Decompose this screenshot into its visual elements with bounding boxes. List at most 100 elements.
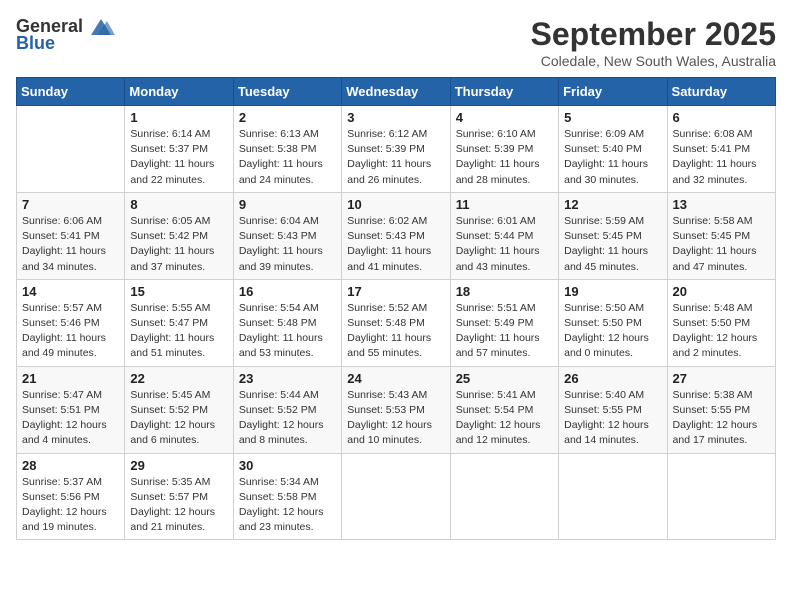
day-info: Sunrise: 5:37 AM Sunset: 5:56 PM Dayligh…: [22, 475, 119, 536]
day-info: Sunrise: 6:01 AM Sunset: 5:44 PM Dayligh…: [456, 214, 553, 275]
day-info: Sunrise: 6:08 AM Sunset: 5:41 PM Dayligh…: [673, 127, 770, 188]
table-row: 8 Sunrise: 6:05 AM Sunset: 5:42 PM Daylig…: [125, 192, 233, 279]
day-number: 9: [239, 197, 336, 212]
table-row: 27Sunrise: 5:38 AM Sunset: 5:55 PM Dayli…: [667, 366, 775, 453]
day-number: 5: [564, 110, 661, 125]
table-row: 15 Sunrise: 5:55 AM Sunset: 5:47 PM Dayli…: [125, 279, 233, 366]
table-row: 1 Sunrise: 6:14 AM Sunset: 5:37 PM Daylig…: [125, 106, 233, 193]
day-info: Sunrise: 5:34 AM Sunset: 5:58 PM Dayligh…: [239, 475, 336, 536]
logo-blue: Blue: [16, 33, 55, 54]
day-number: 26: [564, 371, 661, 386]
day-number: 24: [347, 371, 444, 386]
table-row: 9Sunrise: 6:04 AM Sunset: 5:43 PM Daylig…: [233, 192, 341, 279]
day-number: 7: [22, 197, 119, 212]
day-info: Sunrise: 6:12 AM Sunset: 5:39 PM Dayligh…: [347, 127, 444, 188]
day-number: 12: [564, 197, 661, 212]
day-info: Sunrise: 5:43 AM Sunset: 5:53 PM Dayligh…: [347, 388, 444, 449]
day-number: 16: [239, 284, 336, 299]
logo-icon: [87, 17, 115, 37]
day-number: 18: [456, 284, 553, 299]
day-info: Sunrise: 5:57 AM Sunset: 5:46 PM Dayligh…: [22, 301, 119, 362]
day-number: 8: [130, 197, 227, 212]
day-number: 29: [130, 458, 227, 473]
table-row: 3 Sunrise: 6:12 AM Sunset: 5:39 PM Daylig…: [342, 106, 450, 193]
month-title: September 2025: [531, 16, 776, 53]
calendar-week-row: 21 Sunrise: 5:47 AM Sunset: 5:51 PM Dayli…: [17, 366, 776, 453]
day-info: Sunrise: 6:06 AM Sunset: 5:41 PM Dayligh…: [22, 214, 119, 275]
header: General Blue September 2025 Coledale, Ne…: [16, 16, 776, 69]
header-tuesday: Tuesday: [233, 78, 341, 106]
day-info: Sunrise: 6:13 AM Sunset: 5:38 PM Dayligh…: [239, 127, 336, 188]
day-number: 13: [673, 197, 770, 212]
title-area: September 2025 Coledale, New South Wales…: [531, 16, 776, 69]
table-row: 5Sunrise: 6:09 AM Sunset: 5:40 PM Daylig…: [559, 106, 667, 193]
day-info: Sunrise: 5:52 AM Sunset: 5:48 PM Dayligh…: [347, 301, 444, 362]
day-number: 22: [130, 371, 227, 386]
day-number: 11: [456, 197, 553, 212]
calendar-week-row: 14 Sunrise: 5:57 AM Sunset: 5:46 PM Dayli…: [17, 279, 776, 366]
table-row: 25 Sunrise: 5:41 AM Sunset: 5:54 PM Dayli…: [450, 366, 558, 453]
day-number: 14: [22, 284, 119, 299]
table-row: [17, 106, 125, 193]
table-row: 16Sunrise: 5:54 AM Sunset: 5:48 PM Dayli…: [233, 279, 341, 366]
table-row: 20Sunrise: 5:48 AM Sunset: 5:50 PM Dayli…: [667, 279, 775, 366]
day-number: 15: [130, 284, 227, 299]
day-info: Sunrise: 5:44 AM Sunset: 5:52 PM Dayligh…: [239, 388, 336, 449]
day-number: 21: [22, 371, 119, 386]
table-row: 26 Sunrise: 5:40 AM Sunset: 5:55 PM Dayli…: [559, 366, 667, 453]
calendar-week-row: 7 Sunrise: 6:06 AM Sunset: 5:41 PM Daylig…: [17, 192, 776, 279]
day-info: Sunrise: 5:35 AM Sunset: 5:57 PM Dayligh…: [130, 475, 227, 536]
day-info: Sunrise: 6:14 AM Sunset: 5:37 PM Dayligh…: [130, 127, 227, 188]
table-row: 19Sunrise: 5:50 AM Sunset: 5:50 PM Dayli…: [559, 279, 667, 366]
day-number: 3: [347, 110, 444, 125]
table-row: 28 Sunrise: 5:37 AM Sunset: 5:56 PM Dayli…: [17, 453, 125, 540]
day-info: Sunrise: 5:45 AM Sunset: 5:52 PM Dayligh…: [130, 388, 227, 449]
table-row: 7 Sunrise: 6:06 AM Sunset: 5:41 PM Daylig…: [17, 192, 125, 279]
table-row: [342, 453, 450, 540]
calendar-week-row: 28 Sunrise: 5:37 AM Sunset: 5:56 PM Dayli…: [17, 453, 776, 540]
day-info: Sunrise: 6:02 AM Sunset: 5:43 PM Dayligh…: [347, 214, 444, 275]
day-number: 6: [673, 110, 770, 125]
day-number: 23: [239, 371, 336, 386]
weekday-header-row: Sunday Monday Tuesday Wednesday Thursday…: [17, 78, 776, 106]
table-row: [559, 453, 667, 540]
table-row: 12 Sunrise: 5:59 AM Sunset: 5:45 PM Dayli…: [559, 192, 667, 279]
table-row: 30Sunrise: 5:34 AM Sunset: 5:58 PM Dayli…: [233, 453, 341, 540]
day-info: Sunrise: 6:05 AM Sunset: 5:42 PM Dayligh…: [130, 214, 227, 275]
day-number: 1: [130, 110, 227, 125]
day-info: Sunrise: 5:59 AM Sunset: 5:45 PM Dayligh…: [564, 214, 661, 275]
day-info: Sunrise: 5:55 AM Sunset: 5:47 PM Dayligh…: [130, 301, 227, 362]
day-number: 28: [22, 458, 119, 473]
day-info: Sunrise: 5:41 AM Sunset: 5:54 PM Dayligh…: [456, 388, 553, 449]
table-row: 18 Sunrise: 5:51 AM Sunset: 5:49 PM Dayli…: [450, 279, 558, 366]
table-row: 23 Sunrise: 5:44 AM Sunset: 5:52 PM Dayli…: [233, 366, 341, 453]
day-number: 25: [456, 371, 553, 386]
day-info: Sunrise: 5:47 AM Sunset: 5:51 PM Dayligh…: [22, 388, 119, 449]
table-row: 11 Sunrise: 6:01 AM Sunset: 5:44 PM Dayli…: [450, 192, 558, 279]
header-sunday: Sunday: [17, 78, 125, 106]
table-row: 21 Sunrise: 5:47 AM Sunset: 5:51 PM Dayli…: [17, 366, 125, 453]
day-number: 10: [347, 197, 444, 212]
calendar-week-row: 1 Sunrise: 6:14 AM Sunset: 5:37 PM Daylig…: [17, 106, 776, 193]
table-row: 24 Sunrise: 5:43 AM Sunset: 5:53 PM Dayli…: [342, 366, 450, 453]
header-saturday: Saturday: [667, 78, 775, 106]
day-number: 2: [239, 110, 336, 125]
header-friday: Friday: [559, 78, 667, 106]
table-row: 4Sunrise: 6:10 AM Sunset: 5:39 PM Daylig…: [450, 106, 558, 193]
day-number: 4: [456, 110, 553, 125]
table-row: 6 Sunrise: 6:08 AM Sunset: 5:41 PM Daylig…: [667, 106, 775, 193]
day-info: Sunrise: 5:50 AM Sunset: 5:50 PM Dayligh…: [564, 301, 661, 362]
header-wednesday: Wednesday: [342, 78, 450, 106]
table-row: 2 Sunrise: 6:13 AM Sunset: 5:38 PM Daylig…: [233, 106, 341, 193]
header-monday: Monday: [125, 78, 233, 106]
table-row: 22 Sunrise: 5:45 AM Sunset: 5:52 PM Dayli…: [125, 366, 233, 453]
day-info: Sunrise: 5:51 AM Sunset: 5:49 PM Dayligh…: [456, 301, 553, 362]
day-info: Sunrise: 5:40 AM Sunset: 5:55 PM Dayligh…: [564, 388, 661, 449]
header-thursday: Thursday: [450, 78, 558, 106]
day-number: 17: [347, 284, 444, 299]
calendar-table: Sunday Monday Tuesday Wednesday Thursday…: [16, 77, 776, 540]
day-info: Sunrise: 5:48 AM Sunset: 5:50 PM Dayligh…: [673, 301, 770, 362]
day-info: Sunrise: 5:58 AM Sunset: 5:45 PM Dayligh…: [673, 214, 770, 275]
table-row: [667, 453, 775, 540]
location: Coledale, New South Wales, Australia: [531, 53, 776, 69]
